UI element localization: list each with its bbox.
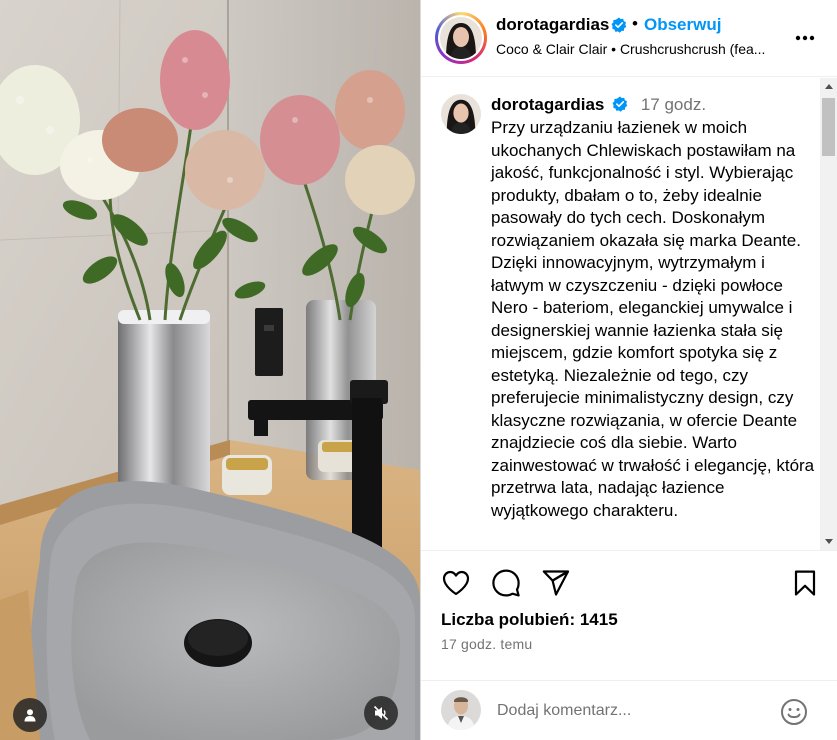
comment-icon xyxy=(492,569,520,597)
caption-author-avatar[interactable] xyxy=(441,94,481,134)
comment-input[interactable] xyxy=(497,700,757,722)
heart-icon xyxy=(442,570,470,596)
author-username[interactable]: dorotagardias xyxy=(496,15,609,35)
more-options-button[interactable] xyxy=(793,26,817,50)
bookmark-icon xyxy=(794,570,816,596)
more-horizontal-icon xyxy=(795,35,815,41)
audio-artist: Coco & Clair Clair xyxy=(496,41,608,57)
scrollbar-thumb[interactable] xyxy=(822,98,835,156)
caption-scroll-area[interactable]: dorotagardias 17 godz. Przy urządzaniu ł… xyxy=(421,78,837,550)
mute-button[interactable] xyxy=(364,696,398,730)
caption-header: dorotagardias 17 godz. xyxy=(491,95,706,115)
save-button[interactable] xyxy=(790,568,820,598)
speaker-muted-icon xyxy=(373,705,389,721)
post-header: dorotagardias • Obserwuj Coco & Clair Cl… xyxy=(421,0,837,77)
scroll-down-arrow[interactable] xyxy=(820,533,837,550)
header-separator: • xyxy=(632,14,638,33)
post-media[interactable] xyxy=(0,0,420,740)
audio-attribution[interactable]: Coco & Clair Clair • Crushcrushcrush (fe… xyxy=(496,41,786,57)
triangle-up-icon xyxy=(824,84,833,89)
tagged-users-button[interactable] xyxy=(13,698,47,732)
scroll-up-arrow[interactable] xyxy=(820,78,837,95)
paper-plane-icon xyxy=(542,570,570,596)
emoji-button[interactable] xyxy=(779,697,809,727)
verified-badge-icon xyxy=(611,17,627,33)
audio-track: Crushcrushcrush (fea... xyxy=(619,41,766,57)
author-avatar[interactable] xyxy=(435,12,487,64)
follow-button[interactable]: Obserwuj xyxy=(644,15,721,35)
share-button[interactable] xyxy=(541,568,571,598)
caption-scrollbar[interactable] xyxy=(820,78,837,550)
caption-username[interactable]: dorotagardias xyxy=(491,95,604,114)
post-actions: Liczba polubień: 1415 17 godz. temu xyxy=(421,550,837,680)
like-button[interactable] xyxy=(441,568,471,598)
audio-separator: • xyxy=(611,41,617,57)
verified-badge-icon xyxy=(612,96,628,112)
caption-text: Przy urządzaniu łazienek w moich ukochan… xyxy=(491,118,815,520)
bathroom-sink-video-frame xyxy=(0,0,420,740)
post-timestamp[interactable]: 17 godz. temu xyxy=(441,636,532,652)
emoji-icon xyxy=(781,699,807,725)
triangle-down-icon xyxy=(824,539,833,544)
likes-count[interactable]: Liczba polubień: 1415 xyxy=(441,610,618,630)
author-avatar-image xyxy=(440,17,482,59)
current-user-avatar xyxy=(441,690,481,730)
post-details-panel: dorotagardias • Obserwuj Coco & Clair Cl… xyxy=(420,0,837,740)
comment-button[interactable] xyxy=(491,568,521,598)
user-tag-icon xyxy=(24,709,36,722)
comment-bar xyxy=(421,680,837,740)
caption-time[interactable]: 17 godz. xyxy=(641,95,706,114)
